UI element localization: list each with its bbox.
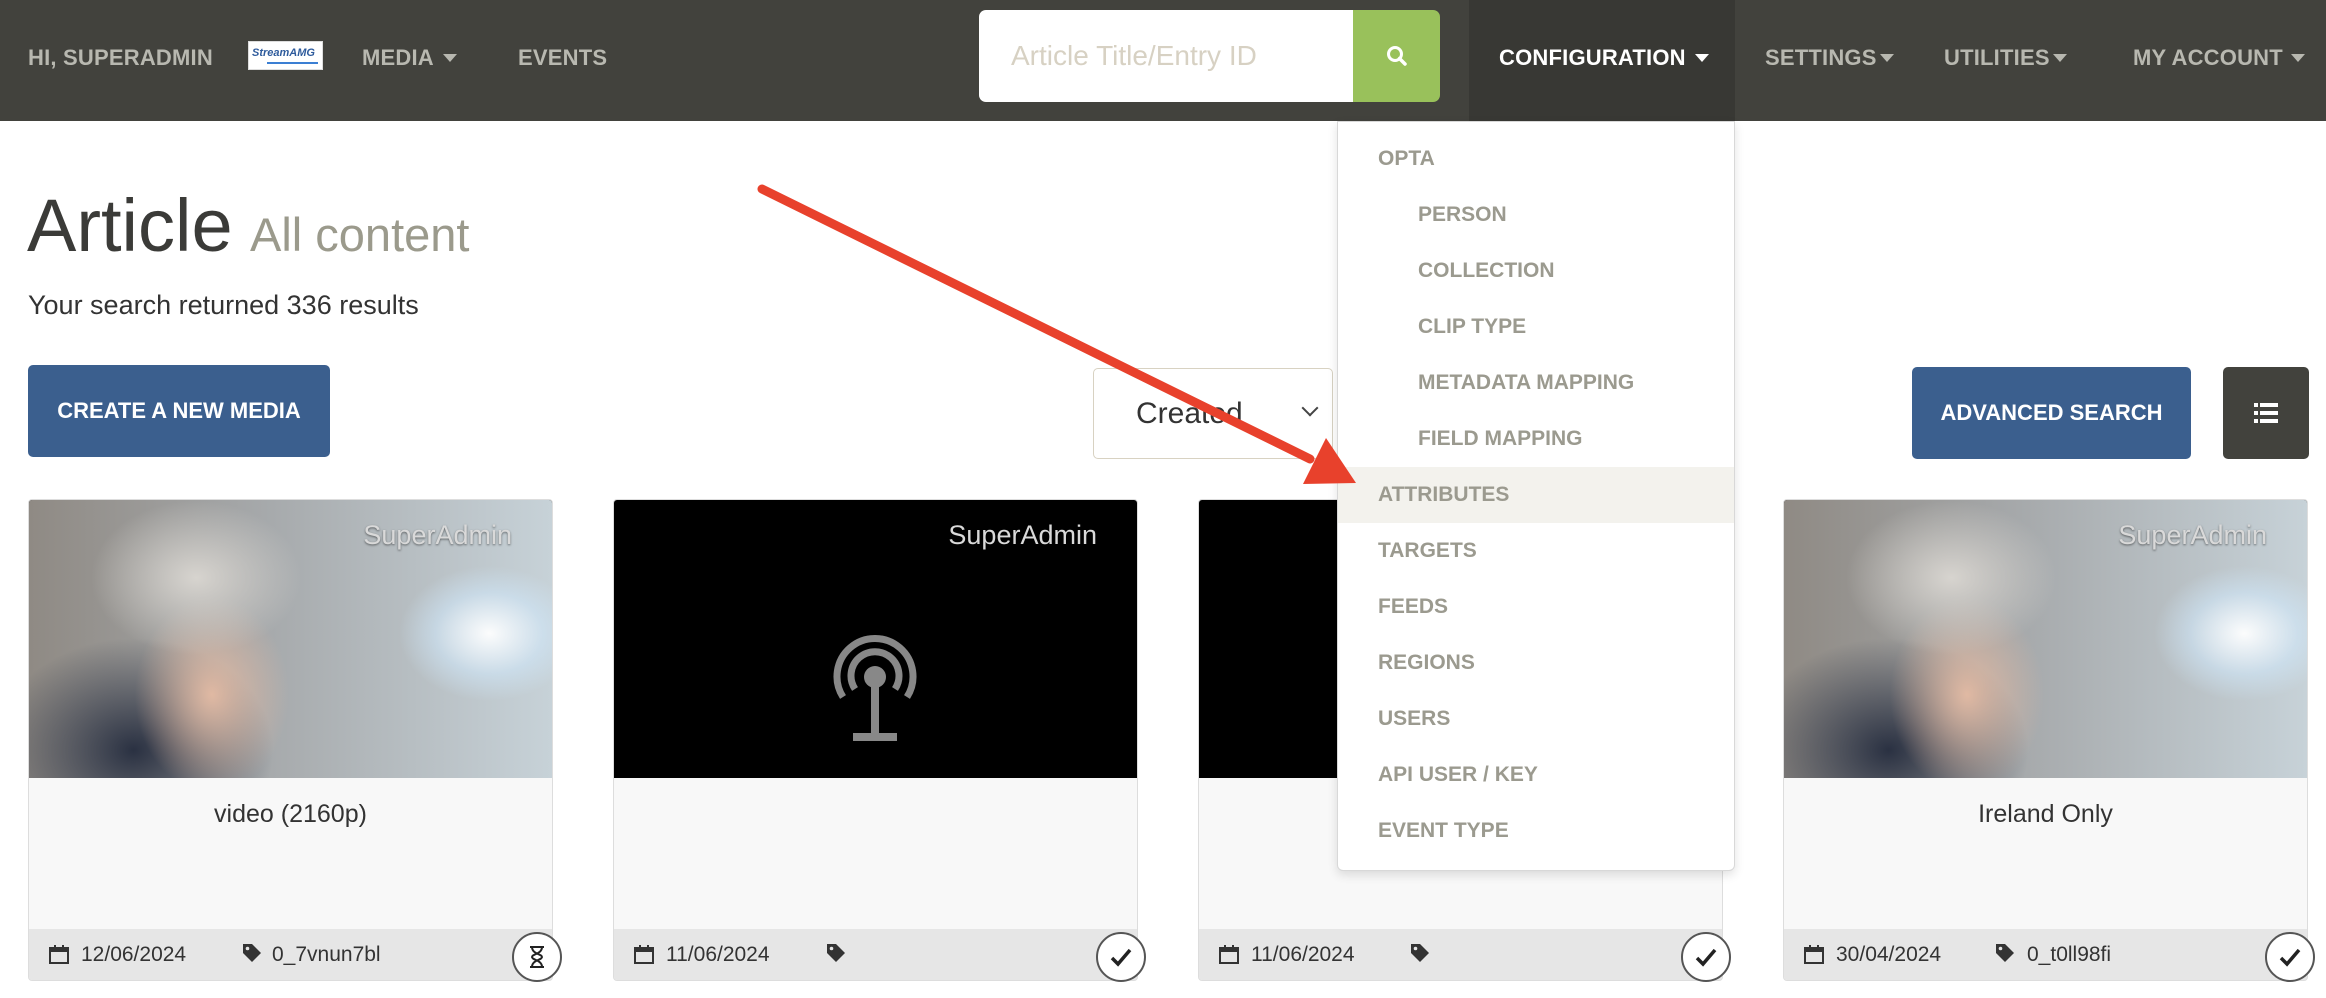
search-icon — [1387, 46, 1407, 66]
card-footer: 12/06/2024 0_7vnun7bl — [29, 929, 552, 980]
list-view-button[interactable] — [2223, 367, 2309, 459]
nav-events[interactable]: EVENTS — [518, 0, 607, 116]
tag-icon — [827, 944, 845, 962]
check-icon — [1695, 948, 1717, 967]
search-input[interactable] — [979, 10, 1353, 102]
menu-item-metadata-mapping[interactable]: METADATA MAPPING — [1338, 355, 1734, 411]
card-footer: 11/06/2024 — [614, 929, 1137, 980]
card-date: 11/06/2024 — [1251, 943, 1355, 966]
search-button[interactable] — [1353, 10, 1440, 102]
media-thumbnail[interactable]: SuperAdmin — [1784, 500, 2307, 778]
nav-settings[interactable]: SETTINGS — [1765, 0, 1894, 116]
card-date: 11/06/2024 — [666, 943, 770, 966]
brand-logo[interactable]: StreamAMG — [248, 41, 323, 70]
menu-item-users[interactable]: USERS — [1338, 691, 1734, 747]
tag-icon — [1411, 944, 1429, 962]
podcast-icon — [833, 635, 917, 741]
menu-item-clip-type[interactable]: CLIP TYPE — [1338, 299, 1734, 355]
status-pending-button[interactable] — [512, 932, 562, 982]
menu-item-feeds[interactable]: FEEDS — [1338, 579, 1734, 635]
check-icon — [1110, 948, 1132, 967]
menu-item-opta[interactable]: OPTA — [1338, 131, 1734, 187]
menu-item-field-mapping[interactable]: FIELD MAPPING — [1338, 411, 1734, 467]
card-date: 30/04/2024 — [1836, 943, 1942, 966]
chevron-down-icon — [1694, 53, 1709, 62]
media-thumbnail[interactable]: SuperAdmin — [29, 500, 552, 778]
advanced-search-button[interactable]: ADVANCED SEARCH — [1912, 367, 2191, 459]
results-count: Your search returned 336 results — [28, 290, 419, 320]
page-title: Article — [27, 184, 233, 267]
check-icon — [2279, 948, 2301, 967]
calendar-icon — [49, 945, 69, 964]
sort-select[interactable]: Created — [1093, 368, 1333, 459]
menu-item-collection[interactable]: COLLECTION — [1338, 243, 1734, 299]
calendar-icon — [1804, 945, 1824, 964]
media-card[interactable]: SuperAdmin Ireland Only 30/04/2024 0_t0l… — [1783, 499, 2308, 981]
nav-media[interactable]: MEDIA — [362, 0, 457, 116]
card-title: video (2160p) — [214, 800, 367, 828]
configuration-dropdown: OPTA PERSON COLLECTION CLIP TYPE METADAT… — [1337, 121, 1735, 871]
chevron-down-icon — [2290, 53, 2305, 62]
chevron-down-icon — [1879, 53, 1894, 62]
menu-item-attributes[interactable]: ATTRIBUTES — [1338, 467, 1734, 523]
menu-item-targets[interactable]: TARGETS — [1338, 523, 1734, 579]
chevron-down-icon — [442, 53, 457, 62]
page-subtitle: All content — [250, 208, 470, 261]
media-card[interactable]: SuperAdmin video (2160p) 12/06/2024 0_7v… — [28, 499, 553, 981]
calendar-icon — [1219, 945, 1239, 964]
thumbnail-owner: SuperAdmin — [2118, 520, 2267, 550]
menu-item-person[interactable]: PERSON — [1338, 187, 1734, 243]
status-ready-button[interactable] — [2265, 932, 2315, 982]
list-icon — [2254, 403, 2278, 423]
status-ready-button[interactable] — [1096, 932, 1146, 982]
card-title: Ireland Only — [1978, 800, 2113, 828]
card-footer: 11/06/2024 — [1199, 929, 1722, 980]
calendar-icon — [634, 945, 654, 964]
tag-icon — [243, 944, 261, 962]
menu-item-api-user-key[interactable]: API USER / KEY — [1338, 747, 1734, 803]
user-greeting: HI, SUPERADMIN — [28, 45, 213, 70]
logo-text: StreamAMG — [252, 47, 315, 59]
media-card[interactable]: SuperAdmin 11/06/2024 — [613, 499, 1138, 981]
card-entry-id: 0_7vnun7bl — [272, 943, 381, 966]
card-date: 12/06/2024 — [81, 943, 187, 966]
card-footer: 30/04/2024 0_t0ll98fi — [1784, 929, 2307, 980]
search-bar — [979, 10, 1440, 102]
menu-item-regions[interactable]: REGIONS — [1338, 635, 1734, 691]
thumbnail-owner: SuperAdmin — [948, 520, 1097, 550]
nav-my-account[interactable]: MY ACCOUNT — [2133, 0, 2305, 116]
nav-configuration[interactable]: CONFIGURATION — [1499, 0, 1709, 116]
nav-utilities[interactable]: UTILITIES — [1944, 0, 2067, 116]
chevron-down-icon — [2052, 53, 2067, 62]
create-media-button[interactable]: CREATE A NEW MEDIA — [28, 365, 330, 457]
tag-icon — [1996, 944, 2014, 962]
media-thumbnail[interactable]: SuperAdmin — [614, 500, 1137, 778]
hourglass-icon — [530, 946, 544, 968]
card-entry-id: 0_t0ll98fi — [2027, 943, 2112, 966]
thumbnail-owner: SuperAdmin — [363, 520, 512, 550]
status-ready-button[interactable] — [1681, 932, 1731, 982]
menu-item-event-type[interactable]: EVENT TYPE — [1338, 803, 1734, 859]
